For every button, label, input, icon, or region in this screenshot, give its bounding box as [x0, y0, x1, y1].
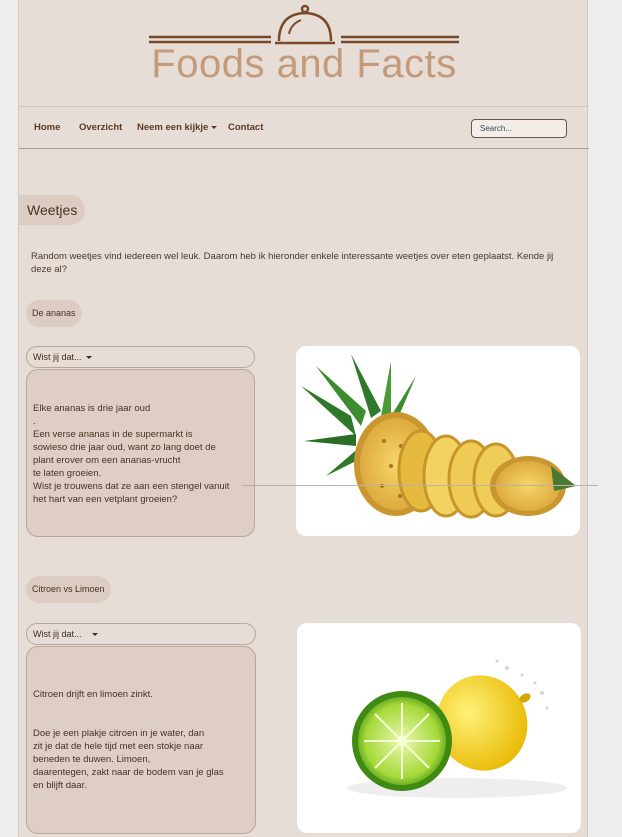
nav-contact-link[interactable]: Contact [228, 122, 263, 133]
site-logo-text[interactable]: Foods and Facts [19, 42, 589, 87]
fact-line: en blijft daar. [33, 780, 87, 791]
fact-line: daarentegen, zakt naar de bodem van je g… [33, 767, 224, 778]
main-navbar: Home Overzicht Neem een kijkje Contact [19, 106, 589, 149]
fact-line: Een verse ananas in de supermarkt is [33, 429, 193, 440]
nav-neem-een-kijkje-label: Neem een kijkje [137, 122, 209, 133]
fact-line: plant erover om een ananas-vrucht [33, 455, 181, 466]
wist-jij-dat-toggle[interactable]: Wist jij dat... [26, 623, 256, 645]
divider-line [242, 485, 598, 486]
chevron-down-icon [211, 125, 218, 129]
fact-spacer [33, 701, 249, 727]
fact-line: Wist je trouwens dat ze aan een stengel … [33, 481, 230, 492]
page-title: Weetjes [19, 195, 86, 225]
nav-overzicht-link[interactable]: Overzicht [79, 122, 122, 133]
lemon-lime-image [297, 623, 581, 833]
topic-badge-citroen: Citroen vs Limoen [26, 576, 111, 603]
intro-text: Random weetjes vind iedereen wel leuk. D… [31, 251, 554, 275]
pineapple-image [296, 346, 580, 536]
chevron-down-icon [91, 633, 98, 637]
nav-home-link[interactable]: Home [34, 122, 60, 133]
search-input[interactable] [471, 119, 567, 138]
fact-line: zit je dat de hele tijd met een stokje n… [33, 741, 204, 752]
wist-jij-dat-toggle[interactable]: Wist jij dat... [26, 346, 255, 368]
pineapple-illustration [301, 354, 576, 519]
lemon-lime-illustration [347, 659, 567, 798]
fact-line: beneden te duwen. Limoen, [33, 754, 151, 765]
site-header: Foods and Facts [19, 0, 589, 106]
fact-card-ananas: Elke ananas is drie jaar oud . Een verse… [26, 369, 255, 537]
fact-dot: . [33, 416, 36, 427]
fact-card-citroen: Citroen drijft en limoen zinkt. Doe je e… [26, 646, 256, 834]
fact-line: sowieso drie jaar oud, want zo lang doet… [33, 442, 216, 453]
fact-headline: Citroen drijft en limoen zinkt. [33, 689, 153, 700]
topic-badge-ananas: De ananas [26, 300, 82, 327]
fact-headline: Elke ananas is drie jaar oud [33, 403, 151, 414]
wist-jij-dat-label: Wist jij dat... [33, 352, 82, 362]
fact-line: het hart van een vetplant groeien? [33, 494, 178, 505]
fact-line: Doe je een plakje citroen in je water, d… [33, 728, 205, 739]
nav-neem-een-kijkje-dropdown[interactable]: Neem een kijkje [137, 122, 218, 133]
chevron-down-icon [85, 356, 92, 360]
page-container: Foods and Facts Home Overzicht Neem een … [18, 0, 589, 837]
fact-line: te laten groeien. [33, 468, 102, 479]
wist-jij-dat-label: Wist jij dat... [33, 629, 82, 639]
